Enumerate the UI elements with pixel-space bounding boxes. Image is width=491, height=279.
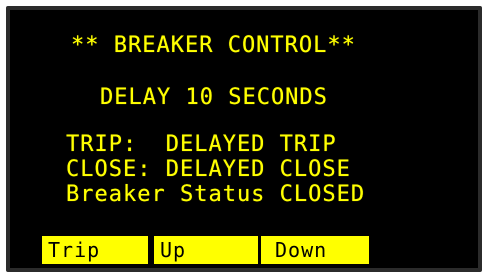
screen-title: ** BREAKER CONTROL** (71, 33, 356, 58)
down-softkey-button[interactable]: Down (261, 236, 369, 264)
close-mode-line: CLOSE: DELAYED CLOSE (66, 157, 351, 182)
delay-setting: DELAY 10 SECONDS (100, 85, 328, 110)
breaker-status-line: Breaker Status CLOSED (66, 182, 366, 207)
trip-softkey-button[interactable]: Trip (42, 236, 148, 264)
lcd-screen: ** BREAKER CONTROL** DELAY 10 SECONDS TR… (10, 10, 478, 268)
trip-mode-line: TRIP: DELAYED TRIP (66, 132, 337, 157)
up-softkey-button[interactable]: Up (154, 236, 258, 264)
